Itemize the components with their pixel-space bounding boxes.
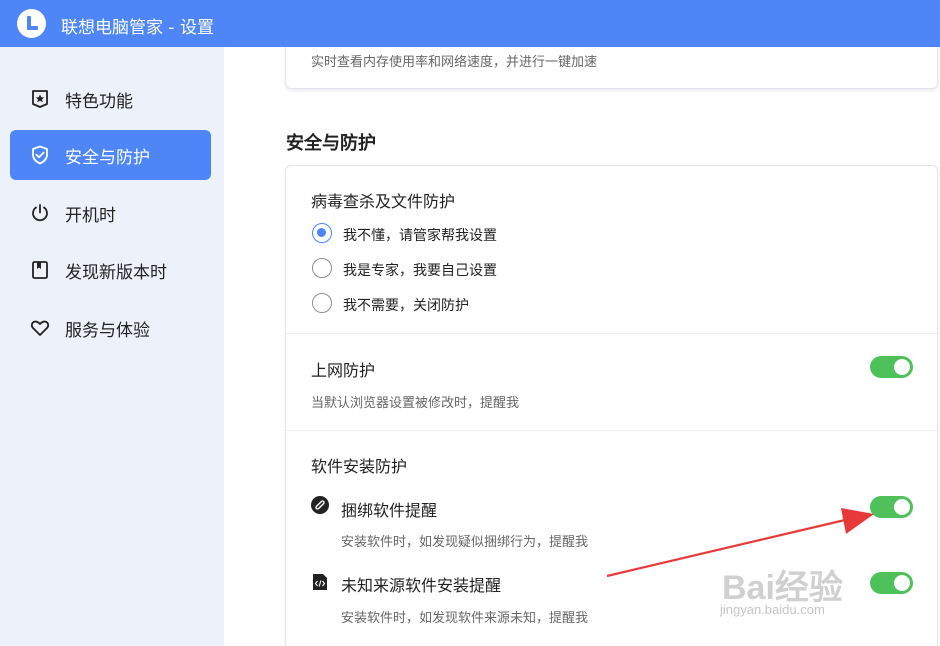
divider [286, 430, 937, 431]
sidebar-item-featured[interactable]: 特色功能 [10, 74, 211, 124]
sidebar-item-service[interactable]: 服务与体验 [10, 303, 211, 353]
web-protection-title: 上网防护 [311, 361, 376, 380]
sidebar-item-label: 服务与体验 [65, 321, 150, 341]
power-icon [32, 204, 48, 222]
previous-card-description: 实时查看内存使用率和网络速度，并进行一键加速 [311, 55, 598, 70]
code-file-icon [313, 574, 327, 590]
radio-label: 我不需要，关闭防护 [343, 298, 469, 314]
heart-icon [30, 320, 50, 336]
previous-settings-card: 实时查看内存使用率和网络速度，并进行一键加速 [285, 47, 938, 89]
radio-button-checked[interactable] [312, 223, 332, 243]
baidu-watermark: Bai经验 jingyan.baidu.com [716, 556, 916, 626]
web-protection-toggle[interactable] [870, 356, 913, 378]
star-badge-icon [32, 90, 48, 108]
virus-protection-title: 病毒查杀及文件防护 [311, 192, 456, 211]
radio-label: 我是专家，我要自己设置 [343, 263, 497, 279]
title-bar: 联想电脑管家 - 设置 [0, 0, 940, 47]
sidebar-item-label: 发现新版本时 [65, 263, 167, 283]
section-title: 安全与防护 [286, 133, 376, 154]
divider [286, 333, 937, 334]
unknown-source-reminder-description: 安装软件时，如发现软件来源未知，提醒我 [341, 611, 589, 626]
toggle-knob [894, 359, 910, 375]
radio-button[interactable] [312, 293, 332, 313]
toggle-knob [894, 499, 910, 515]
window-title: 联想电脑管家 - 设置 [61, 18, 214, 38]
sidebar-item-label: 开机时 [65, 206, 116, 226]
watermark-url: jingyan.baidu.com [720, 602, 825, 617]
sidebar: 特色功能 安全与防护 开机时 发现新版本时 服务与体验 [0, 47, 224, 646]
web-protection-description: 当默认浏览器设置被修改时，提醒我 [311, 396, 520, 411]
install-protection-title: 软件安装防护 [311, 457, 408, 476]
radio-label: 我不懂，请管家帮我设置 [343, 228, 497, 244]
shield-check-icon [32, 145, 48, 165]
app-logo-icon [17, 9, 46, 38]
link-badge-icon [311, 496, 329, 514]
sidebar-item-new-version[interactable]: 发现新版本时 [10, 245, 211, 295]
sidebar-item-startup[interactable]: 开机时 [10, 188, 211, 238]
bundle-reminder-toggle[interactable] [870, 496, 913, 518]
bundle-reminder-label: 捆绑软件提醒 [341, 501, 438, 520]
radio-button[interactable] [312, 258, 332, 278]
bundle-reminder-description: 安装软件时，如发现疑似捆绑行为，提醒我 [341, 535, 589, 550]
sidebar-item-label: 安全与防护 [65, 148, 150, 168]
sidebar-item-security[interactable]: 安全与防护 [10, 130, 211, 180]
unknown-source-reminder-label: 未知来源软件安装提醒 [341, 576, 502, 595]
sidebar-item-label: 特色功能 [65, 92, 133, 112]
bookmark-icon [32, 261, 48, 279]
